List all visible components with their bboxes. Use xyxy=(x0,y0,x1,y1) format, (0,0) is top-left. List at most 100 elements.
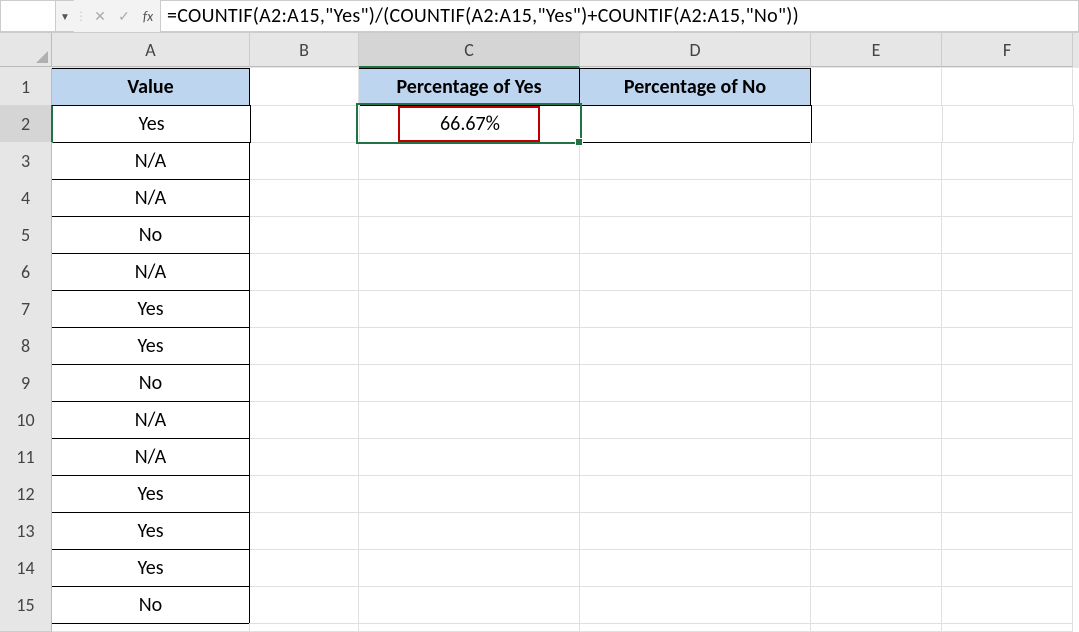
cell-F16[interactable] xyxy=(942,623,1073,632)
cell-F12[interactable] xyxy=(942,475,1073,513)
cell-D12[interactable] xyxy=(580,475,811,513)
cell-B3[interactable] xyxy=(250,142,359,180)
fx-icon[interactable]: fx xyxy=(136,0,160,32)
cell-D8[interactable] xyxy=(580,327,811,365)
cell-B6[interactable] xyxy=(250,253,359,291)
cell-A11[interactable]: N/A xyxy=(52,438,250,476)
cell-D1[interactable]: Percentage of No xyxy=(580,68,811,106)
cell-C10[interactable] xyxy=(359,401,580,439)
cell-A13[interactable]: Yes xyxy=(52,512,250,550)
cell-E7[interactable] xyxy=(811,290,942,328)
cell-B8[interactable] xyxy=(250,327,359,365)
cell-A10[interactable]: N/A xyxy=(52,401,250,439)
cell-A15[interactable]: No xyxy=(52,586,250,624)
cell-F6[interactable] xyxy=(942,253,1073,291)
row-header-8[interactable]: 8 xyxy=(0,327,52,365)
cell-B7[interactable] xyxy=(250,290,359,328)
cell-B13[interactable] xyxy=(250,512,359,550)
row-header-7[interactable]: 7 xyxy=(0,290,52,328)
column-header-D[interactable]: D xyxy=(580,33,811,67)
cell-E6[interactable] xyxy=(811,253,942,291)
cell-C4[interactable] xyxy=(359,179,580,217)
column-header-A[interactable]: A xyxy=(52,33,250,67)
cell-D3[interactable] xyxy=(580,142,811,180)
column-header-F[interactable]: F xyxy=(942,33,1073,67)
cell-A1[interactable]: Value xyxy=(52,68,250,106)
cell-E14[interactable] xyxy=(811,549,942,587)
cell-C5[interactable] xyxy=(359,216,580,254)
cell-D14[interactable] xyxy=(580,549,811,587)
cell-C3[interactable] xyxy=(359,142,580,180)
cell-E8[interactable] xyxy=(811,327,942,365)
cell-A12[interactable]: Yes xyxy=(52,475,250,513)
cell-D10[interactable] xyxy=(580,401,811,439)
cell-D2[interactable] xyxy=(581,105,812,143)
cell-C15[interactable] xyxy=(359,586,580,624)
cell-C7[interactable] xyxy=(359,290,580,328)
cell-E10[interactable] xyxy=(811,401,942,439)
cell-E1[interactable] xyxy=(811,68,942,106)
cell-B14[interactable] xyxy=(250,549,359,587)
cell-F10[interactable] xyxy=(942,401,1073,439)
row-header-4[interactable]: 4 xyxy=(0,179,52,217)
cell-A4[interactable]: N/A xyxy=(52,179,250,217)
cell-C6[interactable] xyxy=(359,253,580,291)
row-header-2[interactable]: 2 xyxy=(0,105,53,143)
cell-B1[interactable] xyxy=(250,68,359,106)
cell-C11[interactable] xyxy=(359,438,580,476)
cell-B10[interactable] xyxy=(250,401,359,439)
name-box-dropdown[interactable]: ▼ xyxy=(56,0,74,32)
cell-B15[interactable] xyxy=(250,586,359,624)
cell-B16[interactable] xyxy=(250,623,359,632)
column-header-E[interactable]: E xyxy=(811,33,942,67)
cell-D5[interactable] xyxy=(580,216,811,254)
cell-F4[interactable] xyxy=(942,179,1073,217)
row-header-9[interactable]: 9 xyxy=(0,364,52,402)
cell-F5[interactable] xyxy=(942,216,1073,254)
name-box[interactable] xyxy=(0,0,56,32)
cell-F13[interactable] xyxy=(942,512,1073,550)
cell-C16[interactable] xyxy=(359,623,580,632)
row-header-12[interactable]: 12 xyxy=(0,475,52,513)
row-header-1[interactable]: 1 xyxy=(0,68,52,106)
cell-E15[interactable] xyxy=(811,586,942,624)
cell-A16[interactable] xyxy=(52,623,250,632)
cell-B2[interactable] xyxy=(251,105,360,143)
cell-D4[interactable] xyxy=(580,179,811,217)
cell-D6[interactable] xyxy=(580,253,811,291)
cell-D7[interactable] xyxy=(580,290,811,328)
cell-A6[interactable]: N/A xyxy=(52,253,250,291)
select-all-corner[interactable] xyxy=(0,33,52,67)
cell-F1[interactable] xyxy=(942,68,1073,106)
cell-B11[interactable] xyxy=(250,438,359,476)
row-header-3[interactable]: 3 xyxy=(0,142,52,180)
row-header-14[interactable]: 14 xyxy=(0,549,52,587)
cell-A8[interactable]: Yes xyxy=(52,327,250,365)
cell-B4[interactable] xyxy=(250,179,359,217)
cell-A5[interactable]: No xyxy=(52,216,250,254)
column-header-B[interactable]: B xyxy=(250,33,359,67)
cell-C1[interactable]: Percentage of Yes xyxy=(359,68,580,106)
cell-D15[interactable] xyxy=(580,586,811,624)
enter-icon[interactable]: ✓ xyxy=(112,0,136,32)
cell-D11[interactable] xyxy=(580,438,811,476)
cell-F8[interactable] xyxy=(942,327,1073,365)
cell-C12[interactable] xyxy=(359,475,580,513)
cell-F2[interactable] xyxy=(943,105,1074,143)
cell-F7[interactable] xyxy=(942,290,1073,328)
cell-E13[interactable] xyxy=(811,512,942,550)
row-header-5[interactable]: 5 xyxy=(0,216,52,254)
cell-B9[interactable] xyxy=(250,364,359,402)
cell-C2[interactable]: 66.67% xyxy=(360,105,581,143)
cell-A14[interactable]: Yes xyxy=(52,549,250,587)
row-header-16[interactable] xyxy=(0,623,52,632)
cell-E16[interactable] xyxy=(811,623,942,632)
cell-A2[interactable]: Yes xyxy=(53,105,251,143)
cell-B12[interactable] xyxy=(250,475,359,513)
cell-A3[interactable]: N/A xyxy=(52,142,250,180)
row-header-15[interactable]: 15 xyxy=(0,586,52,624)
cell-C13[interactable] xyxy=(359,512,580,550)
cell-C14[interactable] xyxy=(359,549,580,587)
cell-E3[interactable] xyxy=(811,142,942,180)
cell-E5[interactable] xyxy=(811,216,942,254)
